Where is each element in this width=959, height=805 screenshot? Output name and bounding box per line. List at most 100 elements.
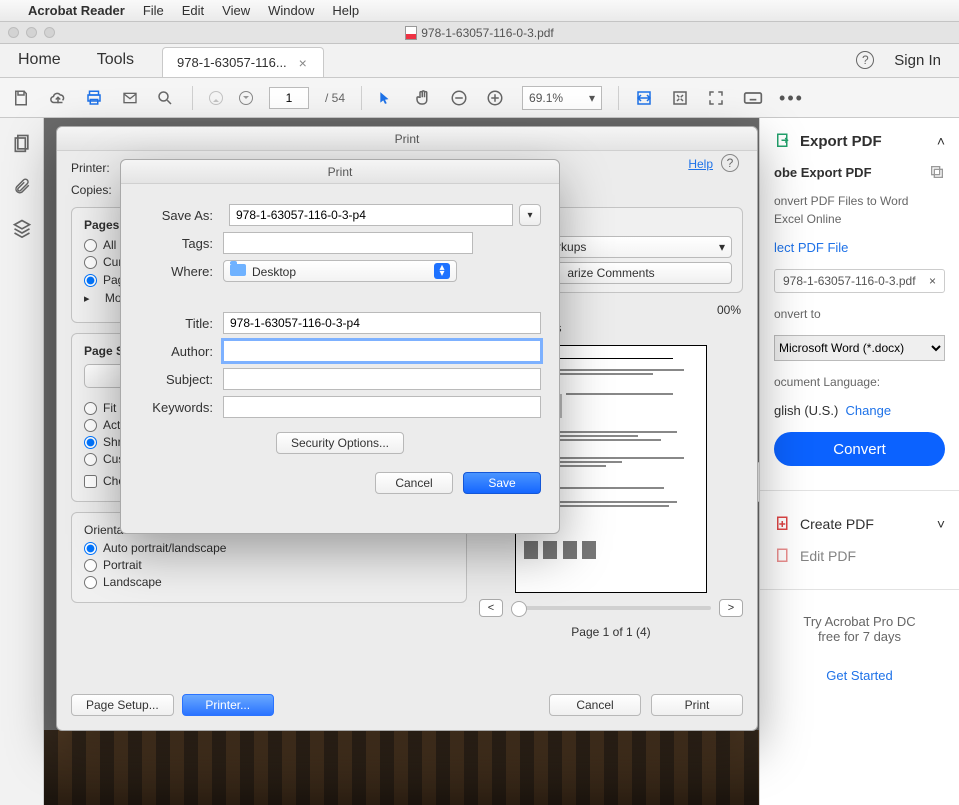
subject-label: Subject: <box>139 372 223 387</box>
subject-input[interactable] <box>223 368 541 390</box>
shrink-radio[interactable] <box>84 436 97 449</box>
tab-home[interactable]: Home <box>0 43 79 77</box>
layers-icon[interactable] <box>12 218 32 238</box>
tab-close-icon[interactable]: × <box>297 55 309 71</box>
orient-portrait-radio[interactable] <box>84 559 97 572</box>
menubar-help[interactable]: Help <box>332 3 359 18</box>
search-icon[interactable] <box>156 89 176 107</box>
tab-bar: Home Tools 978-1-63057-116... × ? Sign I… <box>0 44 959 78</box>
print-cancel-button[interactable]: Cancel <box>549 694 641 716</box>
security-options-button[interactable]: Security Options... <box>276 432 404 454</box>
menubar-file[interactable]: File <box>143 3 164 18</box>
expand-save-dialog-icon[interactable]: ▾ <box>519 204 541 226</box>
folder-icon <box>230 264 246 276</box>
paper-source-checkbox[interactable] <box>84 475 97 488</box>
pages-current-radio[interactable] <box>84 256 97 269</box>
get-started-link[interactable]: Get Started <box>826 668 892 683</box>
save-cancel-button[interactable]: Cancel <box>375 472 453 494</box>
pages-range-radio[interactable] <box>84 274 97 287</box>
close-window-icon[interactable] <box>8 27 19 38</box>
zoom-window-icon[interactable] <box>44 27 55 38</box>
printer-settings-button[interactable]: Printer... <box>182 694 274 716</box>
mac-menubar: Acrobat Reader File Edit View Window Hel… <box>0 0 959 22</box>
fit-width-icon[interactable] <box>635 89 655 107</box>
minimize-window-icon[interactable] <box>26 27 37 38</box>
saveas-input[interactable] <box>229 204 513 226</box>
edit-pdf-label: Edit PDF <box>800 548 856 564</box>
menubar-edit[interactable]: Edit <box>182 3 204 18</box>
help-icon[interactable]: ? <box>856 51 874 69</box>
preview-slider[interactable] <box>511 606 711 610</box>
toolbar: / 54 69.1% ▾ ••• <box>0 78 959 118</box>
fullscreen-icon[interactable] <box>707 89 727 107</box>
keywords-input[interactable] <box>223 396 541 418</box>
menubar-window[interactable]: Window <box>268 3 314 18</box>
selected-file-chip[interactable]: 978-1-63057-116-0-3.pdf × <box>774 269 945 293</box>
print-help-link[interactable]: Help <box>688 157 713 171</box>
page-number-input[interactable] <box>269 87 309 109</box>
save-dialog: Print Save As: ▾ Tags: Where: Desktop ▴▾ <box>120 159 560 534</box>
menubar-app-name[interactable]: Acrobat Reader <box>28 3 125 18</box>
fit-page-icon[interactable] <box>671 89 691 107</box>
attachments-icon[interactable] <box>13 176 31 196</box>
where-select[interactable]: Desktop ▴▾ <box>223 260 457 282</box>
pages-panel-icon[interactable] <box>12 132 32 154</box>
hand-tool-icon[interactable] <box>414 89 434 107</box>
custom-scale-radio[interactable] <box>84 453 97 466</box>
export-subtitle: obe Export PDF <box>774 165 872 180</box>
export-desc2: Excel Online <box>774 212 945 226</box>
select-pdf-link[interactable]: lect PDF File <box>774 240 945 255</box>
create-pdf-section[interactable]: Create PDF ˅ <box>774 515 945 533</box>
tags-input[interactable] <box>223 232 473 254</box>
fit-radio[interactable] <box>84 402 97 415</box>
more-icon[interactable]: ••• <box>779 89 799 107</box>
convert-to-label: onvert to <box>774 307 945 321</box>
chevron-down-icon: ˅ <box>937 516 945 532</box>
preview-prev-button[interactable]: < <box>479 599 503 617</box>
keyboard-icon[interactable] <box>743 91 763 105</box>
zoom-out-icon[interactable] <box>450 89 470 107</box>
change-language-link[interactable]: Change <box>846 403 892 418</box>
tab-document[interactable]: 978-1-63057-116... × <box>162 47 324 77</box>
tab-tools[interactable]: Tools <box>79 43 152 77</box>
zoom-select[interactable]: 69.1% ▾ <box>522 86 602 110</box>
orient-landscape-radio[interactable] <box>84 576 97 589</box>
author-input[interactable] <box>223 340 541 362</box>
page-down-icon[interactable] <box>239 91 253 105</box>
export-pdf-section-header[interactable]: Export PDF ˄ <box>774 132 945 150</box>
chevron-down-icon: ▾ <box>589 91 595 105</box>
orient-auto-radio[interactable] <box>84 542 97 555</box>
doc-language-label: ocument Language: <box>774 375 945 389</box>
orient-portrait-label: Portrait <box>103 558 142 572</box>
pointer-tool-icon[interactable] <box>378 89 398 107</box>
pages-all-label: All <box>103 238 116 252</box>
window-titlebar: 978-1-63057-116-0-3.pdf <box>0 22 959 44</box>
page-up-icon[interactable] <box>209 91 223 105</box>
menubar-view[interactable]: View <box>222 3 250 18</box>
page-setup-button[interactable]: Page Setup... <box>71 694 174 716</box>
title-input[interactable] <box>223 312 541 334</box>
remove-file-icon[interactable]: × <box>929 274 936 288</box>
print-icon[interactable] <box>84 89 104 107</box>
print-help-icon[interactable]: ? <box>721 154 739 172</box>
window-title: 978-1-63057-116-0-3.pdf <box>421 26 554 40</box>
printer-label: Printer: <box>71 161 110 175</box>
pages-all-radio[interactable] <box>84 239 97 252</box>
save-confirm-button[interactable]: Save <box>463 472 541 494</box>
actual-radio[interactable] <box>84 419 97 432</box>
preview-next-button[interactable]: > <box>719 599 743 617</box>
convert-format-select[interactable]: Microsoft Word (*.docx) <box>774 335 945 361</box>
preview-page-counter: Page 1 of 1 (4) <box>479 625 743 639</box>
zoom-in-icon[interactable] <box>486 89 506 107</box>
sign-in-link[interactable]: Sign In <box>894 52 941 69</box>
orient-landscape-label: Landscape <box>103 575 162 589</box>
tab-document-label: 978-1-63057-116... <box>177 55 287 70</box>
save-icon[interactable] <box>12 89 32 107</box>
print-confirm-button[interactable]: Print <box>651 694 743 716</box>
cloud-icon[interactable] <box>48 89 68 107</box>
mail-icon[interactable] <box>120 90 140 106</box>
edit-pdf-section[interactable]: Edit PDF <box>774 547 945 565</box>
share-icon[interactable] <box>929 164 945 180</box>
convert-button[interactable]: Convert <box>774 432 945 466</box>
title-field-label: Title: <box>139 316 223 331</box>
